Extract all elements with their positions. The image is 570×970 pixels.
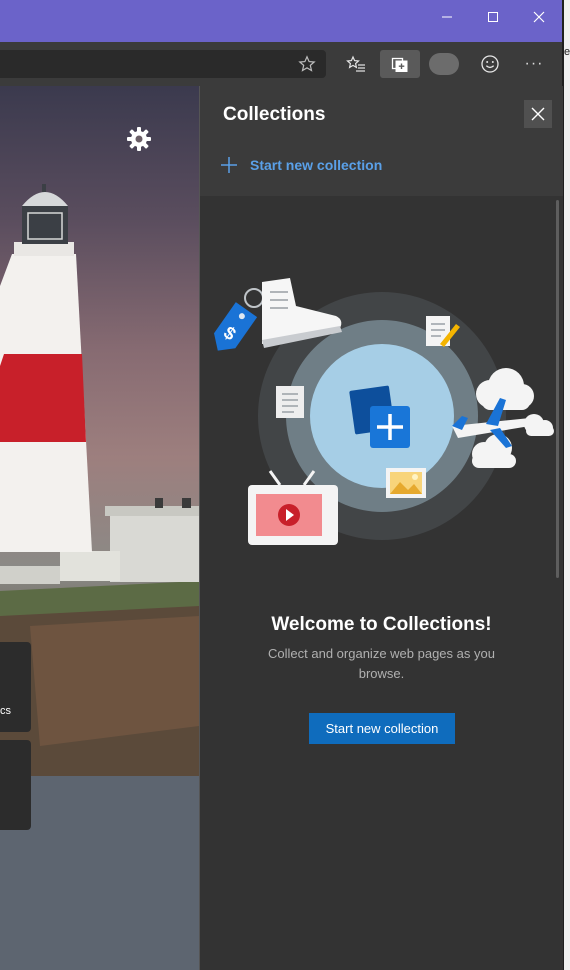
quick-link-label: cs bbox=[0, 705, 11, 717]
window-title-bar bbox=[0, 0, 562, 42]
add-favorite-button[interactable] bbox=[288, 50, 326, 78]
start-new-collection-label: Start new collection bbox=[250, 157, 383, 173]
collections-icon bbox=[391, 57, 408, 72]
collections-header: Collections Start new collection bbox=[200, 86, 563, 196]
welcome-description: Collect and organize web pages as you br… bbox=[268, 646, 495, 681]
edge-label: e bbox=[564, 46, 570, 58]
new-tab-page: cs bbox=[0, 86, 199, 970]
feedback-button[interactable] bbox=[470, 50, 510, 78]
close-window-button[interactable] bbox=[516, 0, 562, 34]
background-window-edge: e bbox=[562, 0, 570, 970]
maximize-icon bbox=[488, 12, 498, 22]
start-new-collection-button[interactable]: Start new collection bbox=[309, 713, 455, 744]
close-icon bbox=[531, 107, 545, 121]
quick-link-card-2[interactable] bbox=[0, 740, 31, 830]
favorite-star-icon bbox=[298, 55, 316, 72]
page-settings-button[interactable] bbox=[124, 124, 154, 154]
profile-button[interactable] bbox=[424, 50, 464, 78]
favorites-button[interactable] bbox=[336, 50, 376, 78]
lighthouse-background-image bbox=[0, 184, 199, 970]
quick-link-card[interactable]: cs bbox=[0, 642, 31, 732]
plus-icon bbox=[221, 157, 237, 173]
address-bar[interactable] bbox=[0, 50, 326, 78]
close-icon bbox=[533, 11, 545, 23]
maximize-button[interactable] bbox=[470, 0, 516, 34]
gear-icon bbox=[127, 127, 151, 151]
collections-button[interactable] bbox=[380, 50, 420, 78]
collections-illustration: $ bbox=[214, 278, 554, 545]
profile-avatar bbox=[429, 53, 459, 75]
collections-pane: Collections Start new collection $ Welco… bbox=[199, 86, 563, 970]
minimize-button[interactable] bbox=[424, 0, 470, 34]
start-new-collection-link[interactable]: Start new collection bbox=[220, 156, 382, 174]
welcome-title: Welcome to Collections! bbox=[271, 614, 492, 635]
feedback-smiley-icon bbox=[481, 55, 499, 73]
favorites-list-icon bbox=[346, 55, 365, 72]
minimize-icon bbox=[442, 16, 452, 18]
browser-toolbar: ··· bbox=[0, 42, 562, 86]
close-collections-button[interactable] bbox=[524, 100, 552, 128]
collections-title: Collections bbox=[223, 104, 326, 125]
more-button[interactable]: ··· bbox=[514, 50, 554, 78]
